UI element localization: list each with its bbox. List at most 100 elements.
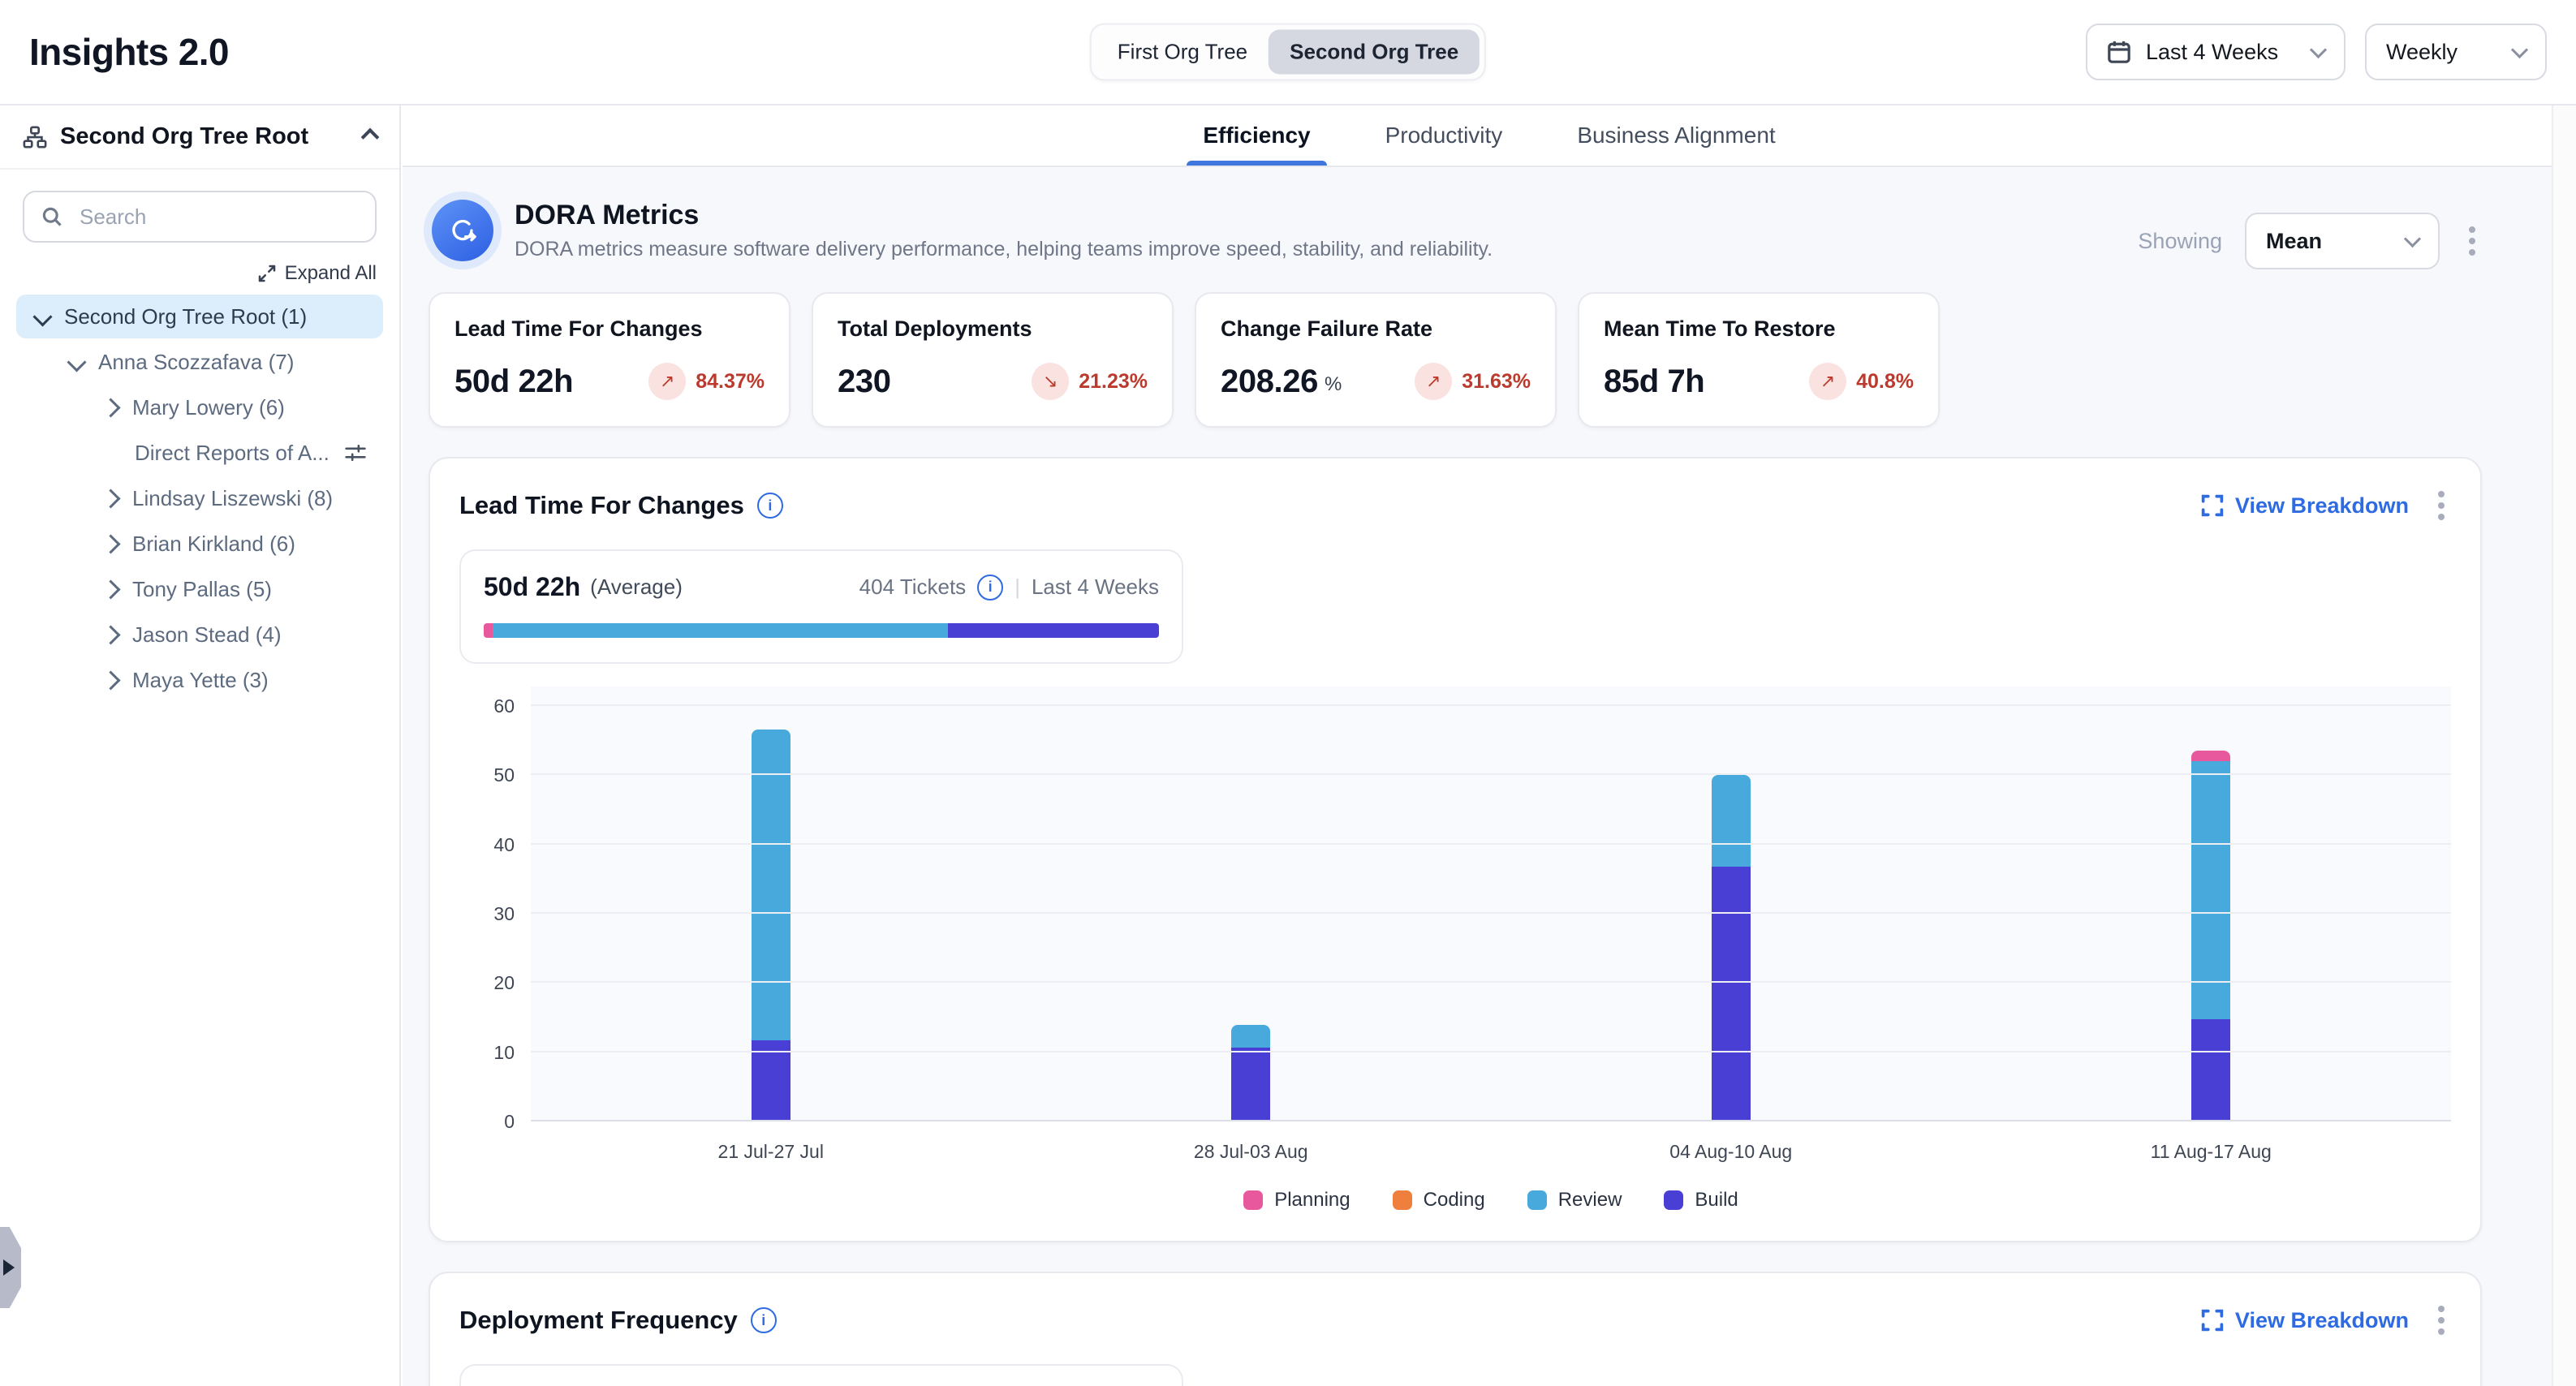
tree-item[interactable]: Jason Stead (4) <box>16 613 383 656</box>
tree-item-label: Lindsay Liszewski (8) <box>132 486 333 511</box>
gridline <box>531 1051 2451 1052</box>
gridline <box>531 843 2451 845</box>
legend-label: Coding <box>1424 1189 1485 1212</box>
granularity-select[interactable]: Weekly <box>2365 24 2547 80</box>
expand-all-icon <box>257 264 277 283</box>
y-axis-tick-label: 30 <box>466 903 515 925</box>
tab-business-alignment[interactable]: Business Alignment <box>1561 105 1791 166</box>
tab-productivity[interactable]: Productivity <box>1369 105 1519 166</box>
org-tree-toggle[interactable]: First Org TreeSecond Org Tree <box>1090 24 1486 81</box>
trend-up-arrow-icon: ↗ <box>1415 363 1452 400</box>
chart-bar-column <box>1971 687 2452 1121</box>
summary-period: Last 4 Weeks <box>1032 575 1159 600</box>
stacked-bar <box>1231 1025 1270 1121</box>
bar-segment-build <box>2191 1019 2230 1121</box>
org-tree: Second Org Tree Root (1) Anna Scozzafava … <box>0 295 399 702</box>
tree-item-label: Mary Lowery (6) <box>132 395 285 420</box>
bar-segment-review <box>2191 761 2230 1018</box>
legend-label: Build <box>1695 1189 1738 1212</box>
main-content: DORA Metrics DORA metrics measure softwa… <box>403 167 2576 1386</box>
info-icon[interactable]: i <box>751 1307 777 1333</box>
lead-time-card: Lead Time For Changes i View Breakdown <box>429 457 2482 1242</box>
deployment-view-breakdown[interactable]: View Breakdown <box>2201 1308 2409 1333</box>
metric-card: Lead Time For Changes50d 22h↗84.37% <box>429 292 790 428</box>
tab-label: Efficiency <box>1203 123 1310 148</box>
tree-item-label: Brian Kirkland (6) <box>132 532 295 557</box>
legend-swatch <box>1393 1190 1412 1210</box>
summary-value: 50d 22h <box>484 572 580 602</box>
lead-time-chart: 0102030405060 21 Jul-27 Jul28 Jul-03 Aug… <box>459 687 2451 1212</box>
expand-all-label: Expand All <box>285 262 377 285</box>
dora-kebab-menu[interactable] <box>2462 220 2482 262</box>
legend-swatch <box>1664 1190 1683 1210</box>
metric-title: Lead Time For Changes <box>454 316 765 342</box>
gridline <box>531 912 2451 914</box>
y-axis-tick-label: 60 <box>466 695 515 717</box>
chart-bar-column <box>1011 687 1492 1121</box>
filter-sliders-icon[interactable] <box>344 441 367 464</box>
tree-item[interactable]: Maya Yette (3) <box>16 658 383 702</box>
tree-item[interactable]: Direct Reports of A... <box>16 431 383 475</box>
tree-item[interactable]: Tony Pallas (5) <box>16 567 383 611</box>
expand-all-button[interactable]: Expand All <box>23 262 377 285</box>
summary-bar-segment-build <box>948 623 1159 638</box>
showing-label: Showing <box>2138 229 2222 254</box>
scrollbar-gutter[interactable] <box>2552 105 2576 1386</box>
trend-percent: 21.23% <box>1079 370 1148 394</box>
tab-label: Productivity <box>1385 123 1503 148</box>
chart-bar-column <box>1491 687 1971 1121</box>
chart-bar-column <box>531 687 1011 1121</box>
date-range-select[interactable]: Last 4 Weeks <box>2086 24 2346 80</box>
info-icon[interactable]: i <box>757 493 783 519</box>
search-icon <box>41 205 63 228</box>
metric-value: 85d 7h <box>1604 364 1704 400</box>
view-breakdown-label: View Breakdown <box>2235 1308 2409 1333</box>
deployment-kebab-menu[interactable] <box>2432 1299 2451 1341</box>
showing-select[interactable]: Mean <box>2245 213 2440 269</box>
play-triangle-icon <box>3 1259 15 1276</box>
metric-value: 208.26 <box>1221 364 1318 400</box>
org-toggle-option[interactable]: Second Org Tree <box>1269 30 1480 75</box>
expand-corners-icon <box>2201 494 2224 517</box>
x-axis-tick-label: 11 Aug-17 Aug <box>1971 1141 2452 1163</box>
tree-item[interactable]: Anna Scozzafava (7) <box>16 340 383 384</box>
deployment-frequency-card: Deployment Frequency i View Breakdown <box>429 1272 2482 1386</box>
bar-segment-review <box>1712 775 1751 867</box>
tree-item-label: Direct Reports of A... <box>135 441 330 466</box>
info-icon[interactable]: i <box>977 575 1003 600</box>
chevron-right-icon <box>101 670 120 690</box>
tickets-count: 404 Tickets <box>859 575 967 600</box>
org-toggle-option[interactable]: First Org Tree <box>1096 30 1269 75</box>
bar-segment-build <box>1712 867 1751 1121</box>
lead-time-kebab-menu[interactable] <box>2432 484 2451 527</box>
legend-item-planning: Planning <box>1243 1189 1350 1212</box>
metric-value: 50d 22h <box>454 364 573 400</box>
trend-up-arrow-icon: ↗ <box>1809 363 1846 400</box>
view-breakdown-label: View Breakdown <box>2235 493 2409 519</box>
chevron-right-icon <box>101 489 120 508</box>
main-area: Efficiency Productivity Business Alignment… <box>403 105 2576 1386</box>
app-title: Insights 2.0 <box>29 30 229 74</box>
dora-metric-cards: Lead Time For Changes50d 22h↗84.37%Total… <box>429 292 2482 428</box>
chevron-down-icon <box>67 352 86 372</box>
tree-item[interactable]: Brian Kirkland (6) <box>16 522 383 566</box>
y-axis-tick-label: 0 <box>466 1111 515 1133</box>
chart-bars <box>531 687 2451 1121</box>
trend-percent: 40.8% <box>1856 370 1914 394</box>
stacked-bar <box>1712 775 1751 1121</box>
tab-efficiency[interactable]: Efficiency <box>1187 105 1326 166</box>
tree-item-label: Anna Scozzafava (7) <box>98 350 294 375</box>
lead-time-view-breakdown[interactable]: View Breakdown <box>2201 493 2409 519</box>
x-axis-tick-label: 04 Aug-10 Aug <box>1491 1141 1971 1163</box>
bar-segment-build <box>1231 1048 1270 1121</box>
trend-down-arrow-icon: ↘ <box>1032 363 1069 400</box>
sidebar-org-header[interactable]: Second Org Tree Root <box>0 105 399 170</box>
search-input[interactable] <box>76 203 359 231</box>
sidebar-search[interactable] <box>23 191 377 243</box>
tree-item[interactable]: Mary Lowery (6) <box>16 385 383 429</box>
dora-cycle-icon <box>432 200 493 261</box>
stacked-bar <box>2191 751 2230 1121</box>
chevron-right-icon <box>101 398 120 417</box>
tree-item[interactable]: Lindsay Liszewski (8) <box>16 476 383 520</box>
tree-item[interactable]: Second Org Tree Root (1) <box>16 295 383 338</box>
